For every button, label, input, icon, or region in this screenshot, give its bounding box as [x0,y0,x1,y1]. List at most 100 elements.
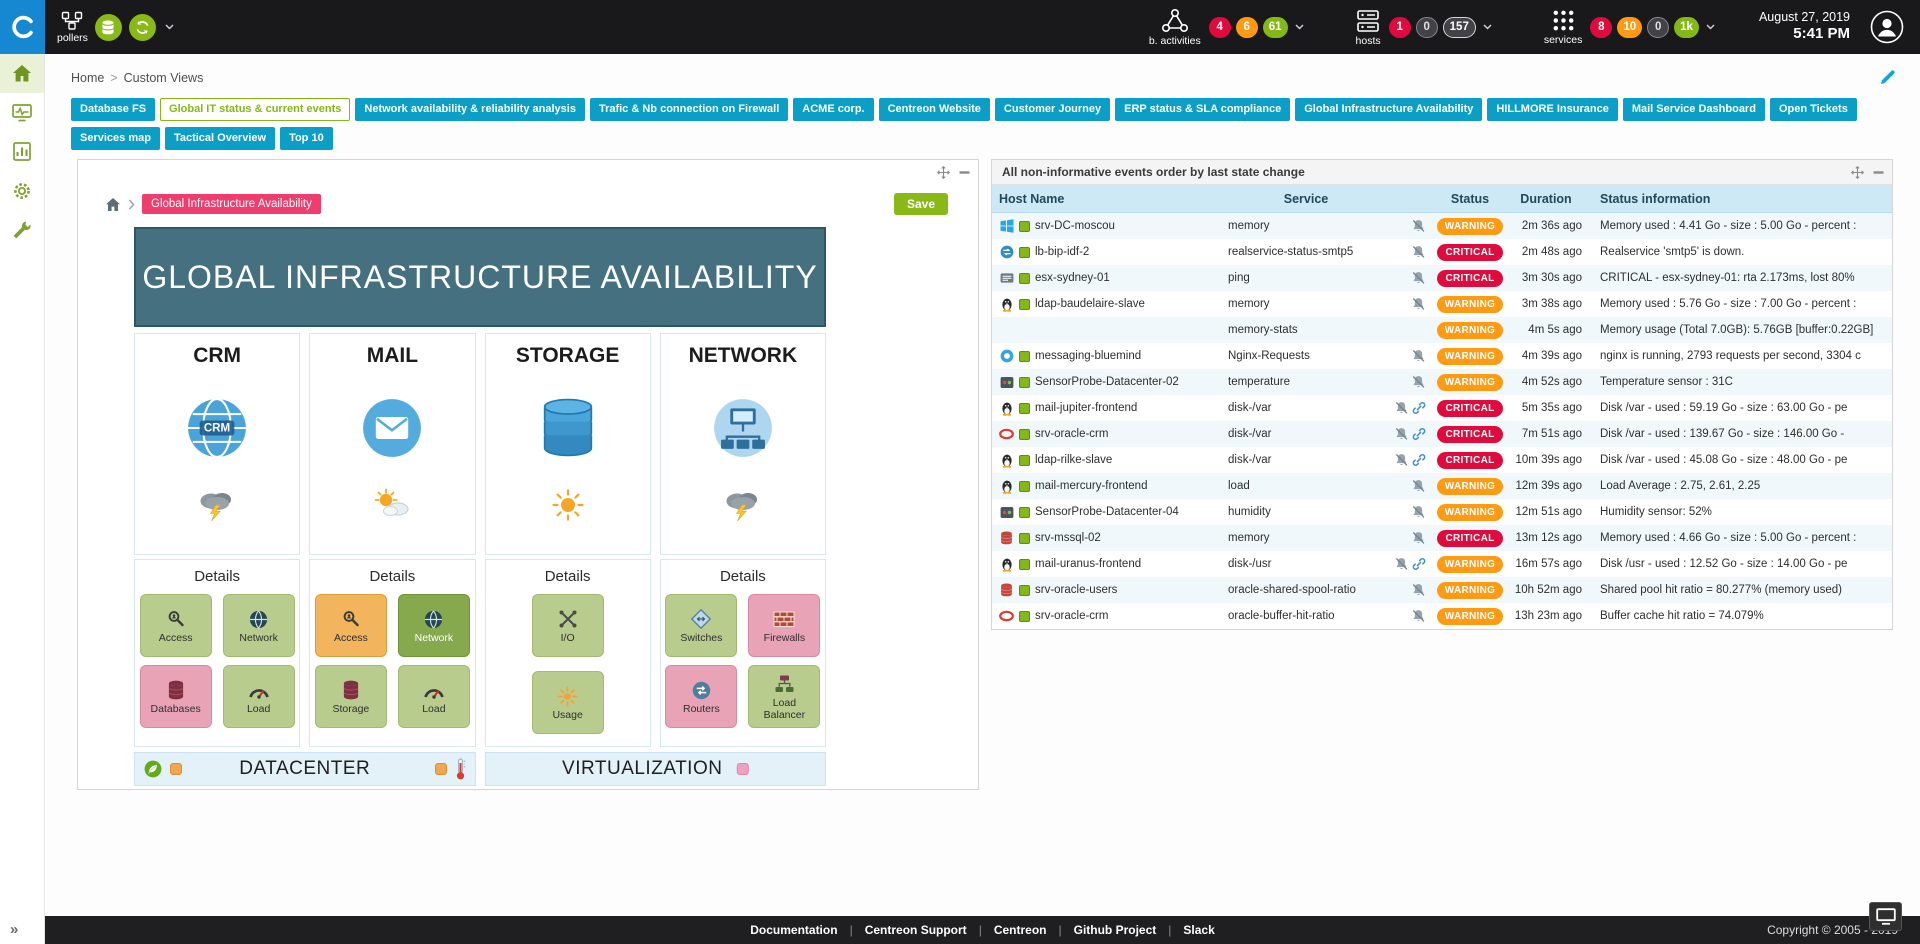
pollers-status[interactable]: pollers [57,11,174,44]
event-row[interactable]: srv-oracle-usersoracle-shared-spool-rati… [992,577,1892,603]
service-name[interactable]: ping [1224,272,1384,284]
notifications-muted-icon[interactable] [1411,245,1426,259]
topbar-stat-hosts[interactable]: hosts10157 [1356,8,1492,47]
counter-badge-ok[interactable]: 61 [1263,17,1288,38]
event-row[interactable]: mail-uranus-frontenddisk-/usrWARNING16m … [992,551,1892,577]
save-button[interactable]: Save [894,193,948,215]
event-row[interactable]: srv-oracle-crmoracle-buffer-hit-ratioWAR… [992,603,1892,629]
notifications-muted-icon[interactable] [1411,375,1426,389]
event-row[interactable]: mail-mercury-frontendloadWARNING12m 39s … [992,473,1892,499]
sidebar-item-configuration[interactable] [0,171,44,210]
zone-virtualization[interactable]: VIRTUALIZATION [485,752,827,786]
event-row[interactable]: messaging-bluemindNginx-RequestsWARNING4… [992,343,1892,369]
link-icon[interactable] [1412,453,1426,467]
footer-link-centreon[interactable]: Centreon [994,923,1047,937]
service-name[interactable]: memory-stats [1224,324,1384,336]
notifications-muted-icon[interactable] [1394,557,1409,571]
service-name[interactable]: oracle-shared-spool-ratio [1224,584,1384,596]
tab-global-it-status-current-events[interactable]: Global IT status & current events [160,98,350,121]
tab-tactical-overview[interactable]: Tactical Overview [165,127,275,150]
host-name[interactable]: esx-sydney-01 [1035,272,1110,284]
service-name[interactable]: memory [1224,532,1384,544]
host-name[interactable]: mail-uranus-frontend [1035,558,1141,570]
topbar-stat-b-activities[interactable]: b. activities4661 [1149,8,1304,47]
topbar-stat-services[interactable]: services81001k [1544,8,1715,46]
service-tile-switches[interactable]: Switches [665,594,737,657]
event-row[interactable]: lb-bip-idf-2realservice-status-smtp5CRIT… [992,239,1892,265]
tab-open-tickets[interactable]: Open Tickets [1770,98,1857,121]
service-name[interactable]: humidity [1224,506,1384,518]
edit-view-button[interactable] [1879,69,1896,86]
service-name[interactable]: load [1224,480,1384,492]
counter-badge-warning[interactable]: 10 [1617,17,1642,38]
event-row[interactable]: SensorProbe-Datacenter-04humidityWARNING… [992,499,1892,525]
tab-customer-journey[interactable]: Customer Journey [995,98,1110,121]
service-name[interactable]: Nginx-Requests [1224,350,1384,362]
column-header-host-name[interactable]: Host Name [992,192,1224,206]
footer-link-github-project[interactable]: Github Project [1074,923,1157,937]
chevron-down-icon[interactable] [1295,24,1304,30]
event-row[interactable]: memory-statsWARNING4m 5s agoMemory usage… [992,317,1892,343]
notifications-muted-icon[interactable] [1394,453,1409,467]
notifications-muted-icon[interactable] [1394,401,1409,415]
counter-badge-critical[interactable]: 1 [1389,17,1411,38]
widget-collapse-button[interactable] [959,167,970,178]
tab-mail-service-dashboard[interactable]: Mail Service Dashboard [1623,98,1765,121]
notifications-muted-icon[interactable] [1411,271,1426,285]
service-name[interactable]: disk-/var [1224,428,1384,440]
notifications-muted-icon[interactable] [1411,349,1426,363]
map-group-storage[interactable]: STORAGE [485,333,651,555]
breadcrumb-item[interactable]: Home [71,71,104,85]
column-header-status[interactable]: Status [1430,192,1510,206]
notifications-muted-icon[interactable] [1394,427,1409,441]
link-icon[interactable] [1412,401,1426,415]
map-group-network[interactable]: NETWORK [660,333,826,555]
service-tile-i-o[interactable]: I/O [532,594,604,657]
counter-badge-critical[interactable]: 8 [1590,17,1612,38]
service-name[interactable]: memory [1224,298,1384,310]
widget-collapse-button[interactable] [1873,167,1884,178]
counter-badge-critical[interactable]: 4 [1209,17,1231,38]
service-name[interactable]: temperature [1224,376,1384,388]
event-row[interactable]: ldap-rilke-slavedisk-/varCRITICAL10m 39s… [992,447,1892,473]
counter-badge-neutral[interactable]: 0 [1416,17,1438,38]
event-row[interactable]: ldap-baudelaire-slavememoryWARNING3m 38s… [992,291,1892,317]
counter-badge-neutral-strong[interactable]: 157 [1443,17,1476,38]
link-icon[interactable] [1412,557,1426,571]
chevron-down-icon[interactable] [1483,24,1492,30]
service-tile-firewalls[interactable]: Firewalls [748,594,820,657]
sidebar-expand-button[interactable]: » [10,921,18,938]
host-name[interactable]: SensorProbe-Datacenter-02 [1035,376,1179,388]
notifications-muted-icon[interactable] [1411,583,1426,597]
chevron-down-icon[interactable] [165,24,174,30]
service-tile-access[interactable]: Access [140,594,212,657]
tab-global-infrastructure-availability[interactable]: Global Infrastructure Availability [1295,98,1482,121]
tab-centreon-website[interactable]: Centreon Website [879,98,990,121]
event-row[interactable]: SensorProbe-Datacenter-02temperatureWARN… [992,369,1892,395]
host-name[interactable]: srv-oracle-crm [1035,428,1108,440]
counter-badge-warning[interactable]: 6 [1236,17,1258,38]
tab-acme-corp[interactable]: ACME corp. [793,98,873,121]
host-name[interactable]: srv-mssql-02 [1035,532,1101,544]
zone-datacenter[interactable]: DATACENTER [134,752,476,786]
counter-badge-ok[interactable]: 1k [1674,17,1699,38]
tab-top-10[interactable]: Top 10 [280,127,333,150]
host-name[interactable]: ldap-baudelaire-slave [1035,298,1145,310]
centreon-logo[interactable] [0,0,45,54]
service-name[interactable]: memory [1224,220,1384,232]
map-breadcrumb-badge[interactable]: Global Infrastructure Availability [142,194,321,214]
widget-move-button[interactable] [1851,166,1864,179]
tab-services-map[interactable]: Services map [71,127,160,150]
footer-link-centreon-support[interactable]: Centreon Support [865,923,967,937]
host-name[interactable]: srv-oracle-crm [1035,610,1108,622]
event-row[interactable]: srv-mssql-02memoryCRITICAL13m 12s agoMem… [992,525,1892,551]
service-name[interactable]: disk-/var [1224,402,1384,414]
footer-link-documentation[interactable]: Documentation [750,923,837,937]
notifications-muted-icon[interactable] [1411,479,1426,493]
notifications-muted-icon[interactable] [1411,297,1426,311]
notifications-muted-icon[interactable] [1411,609,1426,623]
map-group-mail[interactable]: MAIL [309,333,475,555]
service-tile-access[interactable]: Access [315,594,387,657]
sidebar-item-monitoring[interactable] [0,93,44,132]
poller-database-status-icon[interactable] [95,14,122,41]
